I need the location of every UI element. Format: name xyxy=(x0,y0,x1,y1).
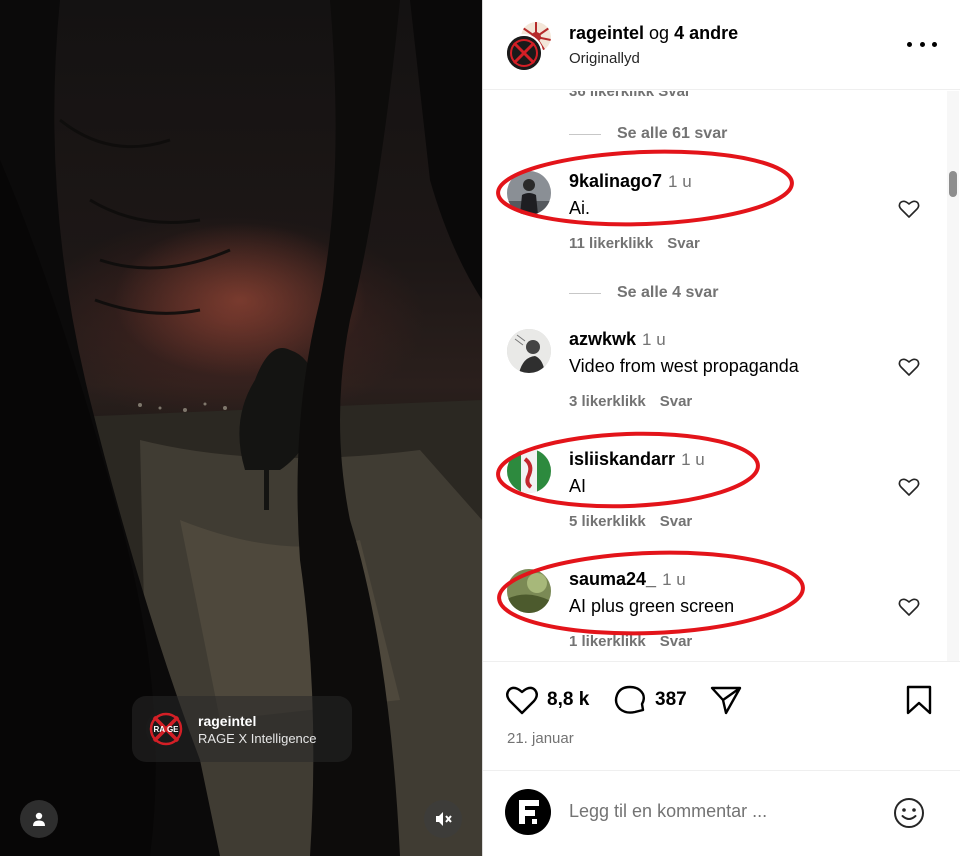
post-actions: 8,8 k 387 21. januar xyxy=(483,661,960,781)
save-action[interactable] xyxy=(905,684,933,716)
comments-list[interactable]: 36 likerklikk Svar Se alle 61 svar 9kali… xyxy=(483,91,960,661)
creator-name[interactable]: rageintel xyxy=(198,712,317,730)
comment-text: AI plus green screen xyxy=(569,596,735,616)
see-all-label[interactable]: Se alle 61 svar xyxy=(617,125,727,143)
like-count[interactable]: 3 likerklikk xyxy=(569,393,646,410)
comment-avatar[interactable] xyxy=(507,329,551,373)
comment-meta: 11 likerklikk Svar xyxy=(569,235,700,252)
speaker-muted-icon xyxy=(436,812,452,826)
bookmark-icon[interactable] xyxy=(905,684,933,716)
comment-avatar[interactable] xyxy=(507,449,551,493)
like-action[interactable]: 8,8 k xyxy=(505,684,589,716)
username-text[interactable]: sauma24_ xyxy=(569,569,656,589)
add-comment-bar: Legg til en kommentar ... xyxy=(483,770,960,856)
comment-avatar[interactable] xyxy=(507,171,551,215)
divider-line xyxy=(569,133,601,135)
share-action[interactable] xyxy=(709,684,743,716)
divider-line xyxy=(569,292,601,294)
dot xyxy=(919,41,925,47)
comment-bubble-icon[interactable] xyxy=(613,684,647,716)
others-link[interactable]: 4 andre xyxy=(674,23,738,43)
f-logo-icon xyxy=(519,800,539,824)
comment-item: sauma24_ 1 u AI plus green screen 1 liker… xyxy=(483,569,960,661)
comment-time[interactable]: 1 u xyxy=(681,450,705,469)
see-all-replies-61[interactable]: Se alle 61 svar xyxy=(569,125,727,143)
dot xyxy=(932,41,937,47)
mute-toggle-button[interactable] xyxy=(424,800,462,838)
comment-input[interactable]: Legg til en kommentar ... xyxy=(569,801,767,822)
username-text[interactable]: isliiskandarr xyxy=(569,449,675,469)
video-creator-chip[interactable]: RA GE rageintel RAGE X Intelligence xyxy=(132,696,352,762)
heart-icon[interactable] xyxy=(897,197,921,221)
comment-text: Video from west propaganda xyxy=(569,356,799,376)
comment-meta: 5 likerklikk Svar xyxy=(569,513,692,530)
comment-text: AI xyxy=(569,476,587,496)
reply-button[interactable]: Svar xyxy=(660,513,693,530)
like-count[interactable]: 11 likerklikk xyxy=(569,235,653,252)
post-authors[interactable]: rageintel og 4 andre xyxy=(569,22,738,44)
more-options-button[interactable] xyxy=(907,34,937,54)
paper-plane-icon[interactable] xyxy=(709,684,743,716)
comment-time[interactable]: 1 u xyxy=(642,330,666,349)
see-all-label[interactable]: Se alle 4 svar xyxy=(617,284,718,302)
nature-photo-icon xyxy=(507,569,551,613)
comment-meta: 1 likerklikk Svar xyxy=(569,633,692,650)
authors-joiner: og xyxy=(649,23,670,43)
see-all-replies-4[interactable]: Se alle 4 svar xyxy=(569,284,718,302)
post-header: rageintel og 4 andre Originallyd xyxy=(483,0,960,90)
comment-count-total[interactable]: 387 xyxy=(655,689,687,711)
comment-username[interactable]: 9kalinago7 1 u xyxy=(569,171,692,192)
comment-item: 9kalinago7 1 u Ai. 11 likerklikk Svar xyxy=(483,171,960,267)
author-name[interactable]: rageintel xyxy=(569,23,644,43)
comment-username[interactable]: sauma24_ 1 u xyxy=(569,569,686,590)
svg-text:RA GE: RA GE xyxy=(153,725,179,734)
reply-button[interactable]: Svar xyxy=(660,633,693,650)
sketch-portrait-icon xyxy=(507,329,551,373)
post-panel: rageintel og 4 andre Originallyd 36 like… xyxy=(482,0,960,856)
heart-icon[interactable] xyxy=(505,684,539,716)
comment-item: azwkwk 1 u Video from west propaganda 3 l… xyxy=(483,329,960,425)
reply-button[interactable]: Svar xyxy=(667,235,700,252)
creator-avatar[interactable]: RA GE xyxy=(146,709,186,749)
heart-icon[interactable] xyxy=(897,475,921,499)
comment-username[interactable]: isliiskandarr 1 u xyxy=(569,449,705,470)
heart-icon[interactable] xyxy=(897,355,921,379)
comment-time[interactable]: 1 u xyxy=(668,172,692,191)
heart-icon[interactable] xyxy=(897,595,921,619)
post-date[interactable]: 21. januar xyxy=(507,730,574,747)
comment-action[interactable]: 387 xyxy=(613,684,687,716)
collab-avatar-primary[interactable] xyxy=(505,34,543,72)
rage-logo-icon xyxy=(507,36,541,70)
like-count[interactable]: 5 likerklikk xyxy=(569,513,646,530)
flag-avatar-icon xyxy=(507,449,551,493)
comment-avatar[interactable] xyxy=(507,569,551,613)
creator-subtitle: RAGE X Intelligence xyxy=(198,730,317,746)
username-text[interactable]: 9kalinago7 xyxy=(569,171,662,191)
collab-avatars[interactable] xyxy=(505,20,557,72)
comment-time[interactable]: 1 u xyxy=(662,570,686,589)
tagged-users-button[interactable] xyxy=(20,800,58,838)
dot xyxy=(907,41,912,47)
current-user-avatar[interactable] xyxy=(505,789,551,835)
audio-label[interactable]: Originallyd xyxy=(569,50,640,67)
video-player[interactable]: RA GE rageintel RAGE X Intelligence xyxy=(0,0,482,856)
person-photo-icon xyxy=(507,171,551,215)
comment-username[interactable]: azwkwk 1 u xyxy=(569,329,666,350)
comment-item: isliiskandarr 1 u AI 5 likerklikk Svar xyxy=(483,449,960,545)
rage-logo-icon: RA GE xyxy=(147,710,185,748)
comment-text: Ai. xyxy=(569,198,591,218)
user-icon xyxy=(33,812,45,826)
reply-button[interactable]: Svar xyxy=(660,393,693,410)
comment-meta: 3 likerklikk Svar xyxy=(569,393,692,410)
like-count[interactable]: 1 likerklikk xyxy=(569,633,646,650)
emoji-icon[interactable] xyxy=(893,797,925,829)
username-text[interactable]: azwkwk xyxy=(569,329,636,349)
like-count-total[interactable]: 8,8 k xyxy=(547,689,589,711)
clipped-comment-meta: 36 likerklikk Svar xyxy=(569,91,691,100)
